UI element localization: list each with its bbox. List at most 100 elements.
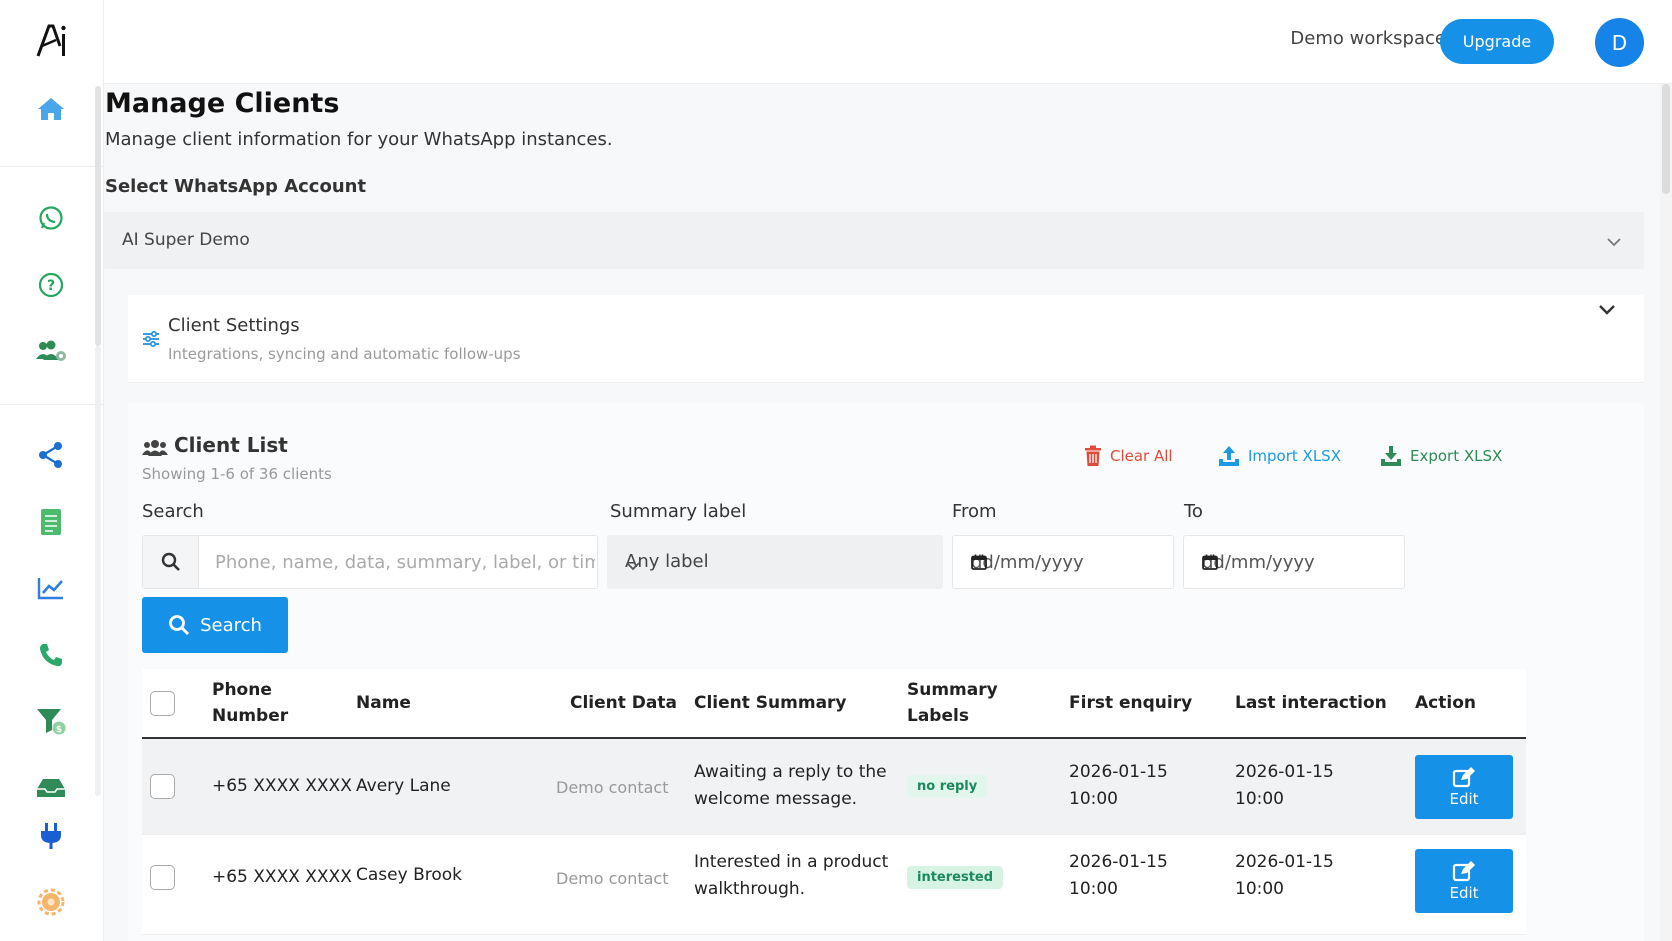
header-client-summary[interactable]: Client Summary [694, 690, 847, 716]
client-summary: Interested in a product walkthrough. [694, 852, 889, 899]
summary-label-badge: interested [907, 866, 1004, 889]
client-summary: Awaiting a reply to the welcome message. [694, 762, 887, 809]
from-label: From [952, 501, 997, 522]
account-select-label: Select WhatsApp Account [105, 176, 367, 197]
trash-icon [1085, 445, 1101, 466]
page-scrollbar-thumb[interactable] [1662, 84, 1670, 194]
users-gear-icon[interactable] [34, 334, 68, 368]
edit-button[interactable]: Edit [1415, 849, 1513, 913]
from-date-input[interactable]: dd/mm/yyyy [952, 535, 1174, 589]
users-icon [142, 439, 168, 461]
svg-text:$: $ [56, 725, 62, 735]
search-button[interactable]: Search [142, 597, 288, 653]
help-icon[interactable]: ? [34, 268, 68, 302]
client-list-card: Client List Showing 1-6 of 36 clients Cl… [128, 403, 1644, 941]
header-name[interactable]: Name [356, 690, 411, 716]
client-data: Demo contact [556, 869, 669, 888]
last-interaction: 2026-01-15 10:00 [1235, 852, 1334, 899]
whatsapp-icon[interactable] [34, 201, 68, 235]
search-icon [169, 615, 190, 636]
phone-number: +65 XXXX XXXX [212, 867, 352, 887]
sliders-icon [142, 330, 160, 351]
search-button-label: Search [200, 614, 262, 636]
header-last-interaction[interactable]: Last interaction [1235, 690, 1387, 716]
row-checkbox[interactable] [150, 865, 175, 890]
plug-icon[interactable] [34, 819, 68, 853]
header-summary-labels[interactable]: Summary Labels [907, 677, 998, 729]
first-enquiry: 2026-01-15 10:00 [1069, 762, 1168, 809]
edit-label: Edit [1449, 790, 1479, 808]
client-name: Casey Brook [356, 865, 462, 885]
sidebar-scrollbar[interactable] [95, 86, 101, 346]
gear-icon[interactable] [34, 885, 68, 919]
export-xlsx-button[interactable]: Export XLSX [1380, 445, 1502, 467]
page-subtitle: Manage client information for your Whats… [105, 129, 613, 150]
summary-label-select[interactable]: Any label [607, 535, 943, 589]
workspace-name[interactable]: Demo workspace [1290, 28, 1446, 49]
edit-icon [1452, 767, 1475, 788]
search-icon [143, 536, 199, 588]
page-title: Manage Clients [105, 88, 340, 119]
client-settings-card[interactable]: Client Settings Integrations, syncing an… [128, 295, 1644, 383]
table-row: +65 XXXX XXXX Casey Brook Demo contact I… [142, 835, 1526, 935]
first-enquiry: 2026-01-15 10:00 [1069, 852, 1168, 899]
table-header: Phone Number Name Client Data Client Summ… [142, 669, 1526, 739]
import-xlsx-label: Import XLSX [1248, 447, 1341, 465]
calendar-icon[interactable] [1202, 554, 1384, 575]
summary-label-label: Summary label [610, 501, 747, 522]
edit-button[interactable]: Edit [1415, 755, 1513, 819]
top-bar: Demo workspace Upgrade D [104, 0, 1672, 84]
chart-icon[interactable] [34, 571, 68, 605]
to-date-input[interactable]: dd/mm/yyyy [1183, 535, 1405, 589]
header-action: Action [1415, 693, 1476, 713]
chevron-down-icon [625, 555, 925, 576]
clients-table: Phone Number Name Client Data Client Summ… [142, 669, 1526, 935]
edit-label: Edit [1449, 884, 1479, 902]
clear-all-button[interactable]: Clear All [1084, 445, 1173, 467]
chevron-down-icon [1606, 232, 1622, 251]
select-all-checkbox[interactable] [150, 691, 175, 716]
row-checkbox[interactable] [150, 774, 175, 799]
export-xlsx-label: Export XLSX [1410, 447, 1503, 465]
client-name: Avery Lane [356, 776, 451, 796]
last-interaction: 2026-01-15 10:00 [1235, 762, 1334, 809]
summary-label-badge: no reply [907, 775, 988, 798]
client-data: Demo contact [556, 778, 669, 797]
header-client-data[interactable]: Client Data [570, 690, 677, 716]
search-field [142, 535, 598, 589]
account-select-value: AI Super Demo [122, 230, 250, 250]
client-settings-subtitle: Integrations, syncing and automatic foll… [168, 345, 521, 363]
account-select[interactable]: AI Super Demo [104, 212, 1644, 269]
client-list-title: Client List [174, 433, 288, 457]
share-icon[interactable] [34, 438, 68, 472]
phone-number: +65 XXXX XXXX [212, 776, 352, 796]
header-first-enquiry[interactable]: First enquiry [1069, 690, 1192, 716]
download-icon [1381, 446, 1401, 466]
search-input[interactable] [201, 536, 595, 588]
search-label: Search [142, 501, 204, 522]
client-settings-title: Client Settings [168, 315, 300, 336]
header-phone[interactable]: Phone Number [212, 677, 288, 729]
table-row: +65 XXXX XXXX Avery Lane Demo contact Aw… [142, 739, 1526, 835]
page-scrollbar[interactable] [1660, 84, 1672, 941]
home-icon[interactable] [34, 92, 68, 126]
sidebar: ? $ [0, 0, 104, 941]
upgrade-button[interactable]: Upgrade [1440, 19, 1554, 64]
client-list-count: Showing 1-6 of 36 clients [142, 465, 332, 483]
clear-all-label: Clear All [1110, 447, 1173, 465]
main-content: Manage Clients Manage client information… [104, 84, 1656, 941]
chevron-down-icon[interactable] [1598, 301, 1616, 320]
sidebar-scrollbar-track [95, 346, 101, 796]
app-logo[interactable] [36, 22, 68, 60]
phone-icon[interactable] [34, 638, 68, 672]
upload-icon [1219, 446, 1239, 466]
document-icon[interactable] [34, 505, 68, 539]
svg-text:?: ? [47, 278, 55, 294]
edit-icon [1452, 861, 1475, 882]
import-xlsx-button[interactable]: Import XLSX [1218, 445, 1341, 467]
funnel-icon[interactable]: $ [34, 704, 68, 738]
calendar-icon[interactable] [971, 554, 1153, 575]
to-label: To [1184, 501, 1203, 522]
inbox-icon[interactable] [34, 771, 68, 805]
avatar[interactable]: D [1595, 18, 1644, 67]
